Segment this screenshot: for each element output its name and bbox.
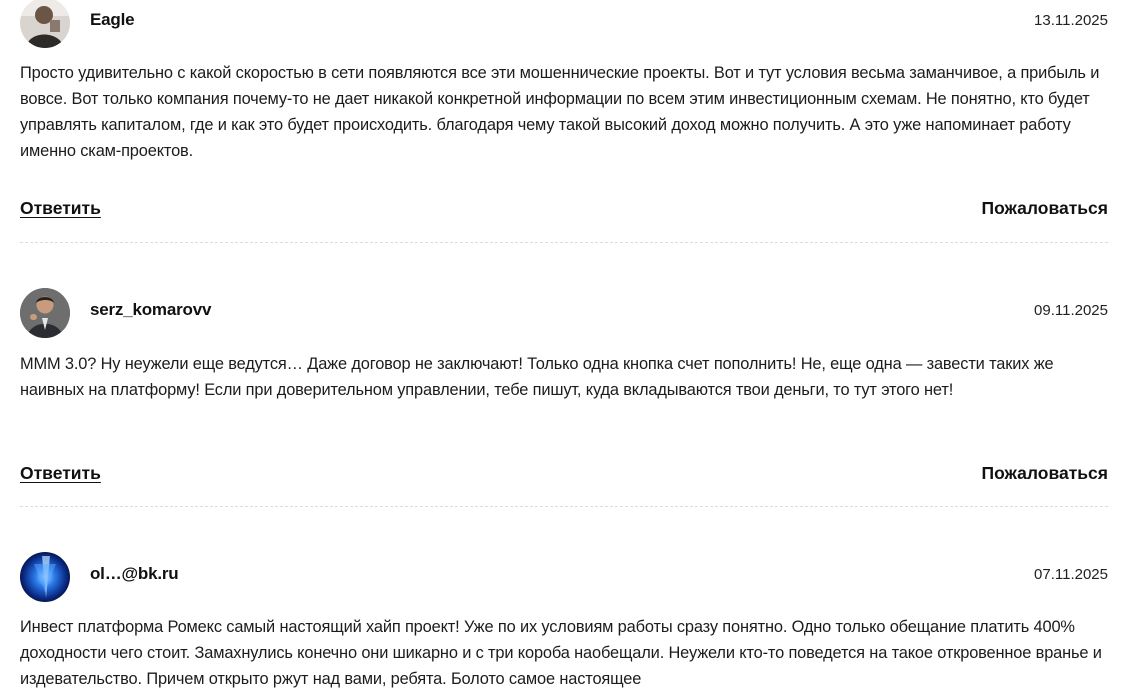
avatar-photo-icon <box>20 0 70 48</box>
avatar-blue-abstract-icon <box>20 552 70 602</box>
comment-item: ol…@bk.ru 07.11.2025 Инвест платформа Ро… <box>20 552 1108 688</box>
comment-date: 13.11.2025 <box>1034 12 1108 29</box>
comment-text: Инвест платформа Ромекс самый настоящий … <box>20 618 1102 688</box>
comment-header: serz_komarovv 09.11.2025 <box>20 288 1108 338</box>
comment-item: serz_komarovv 09.11.2025 МММ 3.0? Ну неу… <box>20 288 1108 507</box>
avatar <box>20 0 70 48</box>
comment-author[interactable]: ol…@bk.ru <box>90 564 179 584</box>
comment-header: ol…@bk.ru 07.11.2025 <box>20 552 1108 602</box>
avatar-photo-icon <box>20 288 70 338</box>
comment-text: Просто удивительно с какой скоростью в с… <box>20 64 1100 160</box>
comment-date: 09.11.2025 <box>1034 302 1108 319</box>
reply-button[interactable]: Ответить <box>20 463 101 484</box>
comment-text: МММ 3.0? Ну неужели еще ведутся… Даже до… <box>20 355 1054 399</box>
avatar <box>20 288 70 338</box>
comment-actions: Ответить Пожаловаться <box>20 463 1108 491</box>
avatar <box>20 552 70 602</box>
comment-divider <box>20 506 1108 507</box>
comment-divider <box>20 242 1108 243</box>
reply-button[interactable]: Ответить <box>20 198 101 219</box>
comment-actions: Ответить Пожаловаться <box>20 198 1108 226</box>
report-button[interactable]: Пожаловаться <box>982 198 1109 219</box>
comment-item: Eagle 13.11.2025 Просто удивительно с ка… <box>20 0 1108 243</box>
report-button[interactable]: Пожаловаться <box>982 463 1109 484</box>
comment-author[interactable]: Eagle <box>90 10 135 30</box>
comment-header: Eagle 13.11.2025 <box>20 0 1108 48</box>
comment-date: 07.11.2025 <box>1034 566 1108 583</box>
comment-author[interactable]: serz_komarovv <box>90 300 211 320</box>
